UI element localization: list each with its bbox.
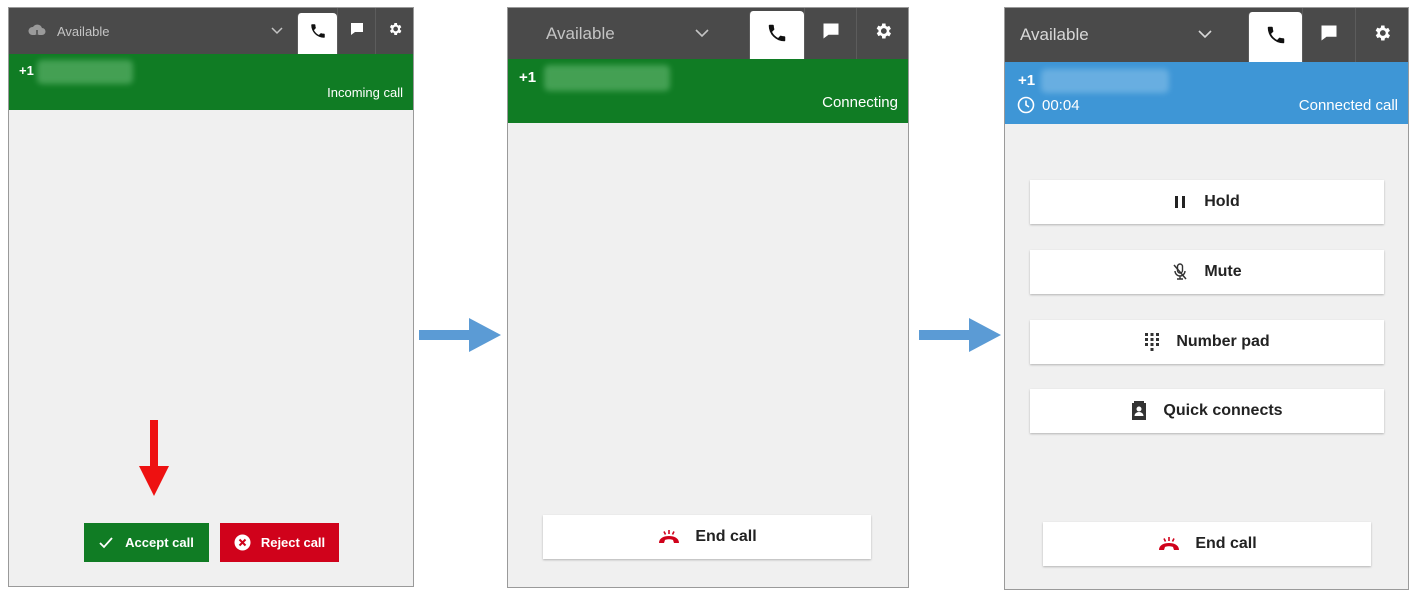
end-call-label: End call [695, 528, 757, 545]
phone-prefix: +1 [1018, 72, 1036, 89]
tab-phone[interactable] [1248, 12, 1302, 62]
phone-icon [309, 22, 327, 45]
redacted-phone-number [1041, 69, 1169, 93]
status-label: Available [57, 23, 110, 39]
chevron-down-icon [1198, 26, 1212, 44]
status-label: Available [1020, 25, 1089, 44]
tab-chat[interactable] [804, 8, 856, 59]
tab-phone[interactable] [297, 13, 337, 54]
call-banner: +1 Connecting [508, 59, 908, 123]
clock-icon [1017, 96, 1035, 114]
ccp-panel-connecting: Available +1 Connecting End call [507, 7, 909, 588]
gear-icon [873, 21, 893, 46]
hold-button[interactable]: Hold [1030, 180, 1384, 224]
call-state-label: Incoming call [327, 85, 403, 100]
phone-prefix: +1 [19, 63, 34, 78]
chat-icon [821, 21, 841, 46]
mute-button[interactable]: Mute [1030, 250, 1384, 294]
ccp-topbar: Available [1005, 8, 1408, 62]
ccp-panel-connected: Available +1 00:04 Connected call Hold M… [1004, 7, 1409, 590]
number-pad-button[interactable]: Number pad [1030, 320, 1384, 364]
hang-up-icon [657, 529, 681, 545]
status-dropdown[interactable]: Available [1005, 8, 1248, 62]
dialpad-icon [1144, 332, 1160, 352]
reject-call-label: Reject call [260, 535, 326, 550]
ccp-topbar: Available [508, 8, 908, 59]
call-banner: +1 00:04 Connected call [1005, 62, 1408, 124]
call-timer: 00:04 [1042, 97, 1080, 114]
number-pad-label: Number pad [1176, 333, 1270, 350]
end-call-label: End call [1195, 535, 1257, 552]
end-call-button[interactable]: End call [543, 515, 871, 559]
ccp-panel-incoming: Available +1 Incoming call Accept call R… [8, 7, 414, 587]
accept-call-label: Accept call [125, 535, 194, 550]
quick-connects-label: Quick connects [1163, 402, 1283, 419]
mic-off-icon [1172, 263, 1188, 281]
chat-icon [1319, 23, 1339, 48]
chevron-down-icon [271, 22, 283, 40]
phone-prefix: +1 [519, 69, 537, 86]
accept-call-button[interactable]: Accept call [84, 523, 209, 562]
cloud-icon [27, 21, 47, 41]
phone-icon [1265, 24, 1287, 51]
tab-phone[interactable] [749, 11, 804, 59]
contact-book-icon [1131, 401, 1147, 421]
reject-call-button[interactable]: Reject call [220, 523, 339, 562]
tab-settings[interactable] [375, 8, 413, 54]
status-label: Available [546, 23, 615, 43]
status-dropdown[interactable]: Available [9, 8, 297, 54]
gear-icon [387, 21, 403, 42]
hold-label: Hold [1204, 193, 1240, 210]
chevron-down-icon [695, 25, 709, 43]
tab-chat[interactable] [337, 8, 375, 54]
call-state-label: Connected call [1298, 97, 1398, 114]
quick-connects-button[interactable]: Quick connects [1030, 389, 1384, 433]
call-banner: +1 Incoming call [9, 54, 413, 110]
status-dropdown[interactable]: Available [508, 8, 749, 59]
phone-icon [766, 22, 788, 49]
redacted-phone-number [37, 60, 133, 84]
end-call-button[interactable]: End call [1043, 522, 1371, 566]
chat-icon [349, 21, 365, 42]
arrow-down-icon [139, 420, 169, 501]
ccp-topbar: Available [9, 8, 413, 54]
tab-settings[interactable] [856, 8, 908, 59]
gear-icon [1372, 23, 1392, 48]
check-icon [99, 536, 113, 549]
pause-icon [1174, 195, 1186, 209]
call-state-label: Connecting [822, 94, 898, 111]
arrow-right-icon [919, 318, 1001, 357]
x-circle-icon [234, 534, 251, 551]
mute-label: Mute [1204, 263, 1242, 280]
redacted-phone-number [544, 65, 670, 91]
arrow-right-icon [419, 318, 501, 357]
tab-settings[interactable] [1355, 8, 1408, 62]
hang-up-icon [1157, 536, 1181, 552]
tab-chat[interactable] [1302, 8, 1355, 62]
